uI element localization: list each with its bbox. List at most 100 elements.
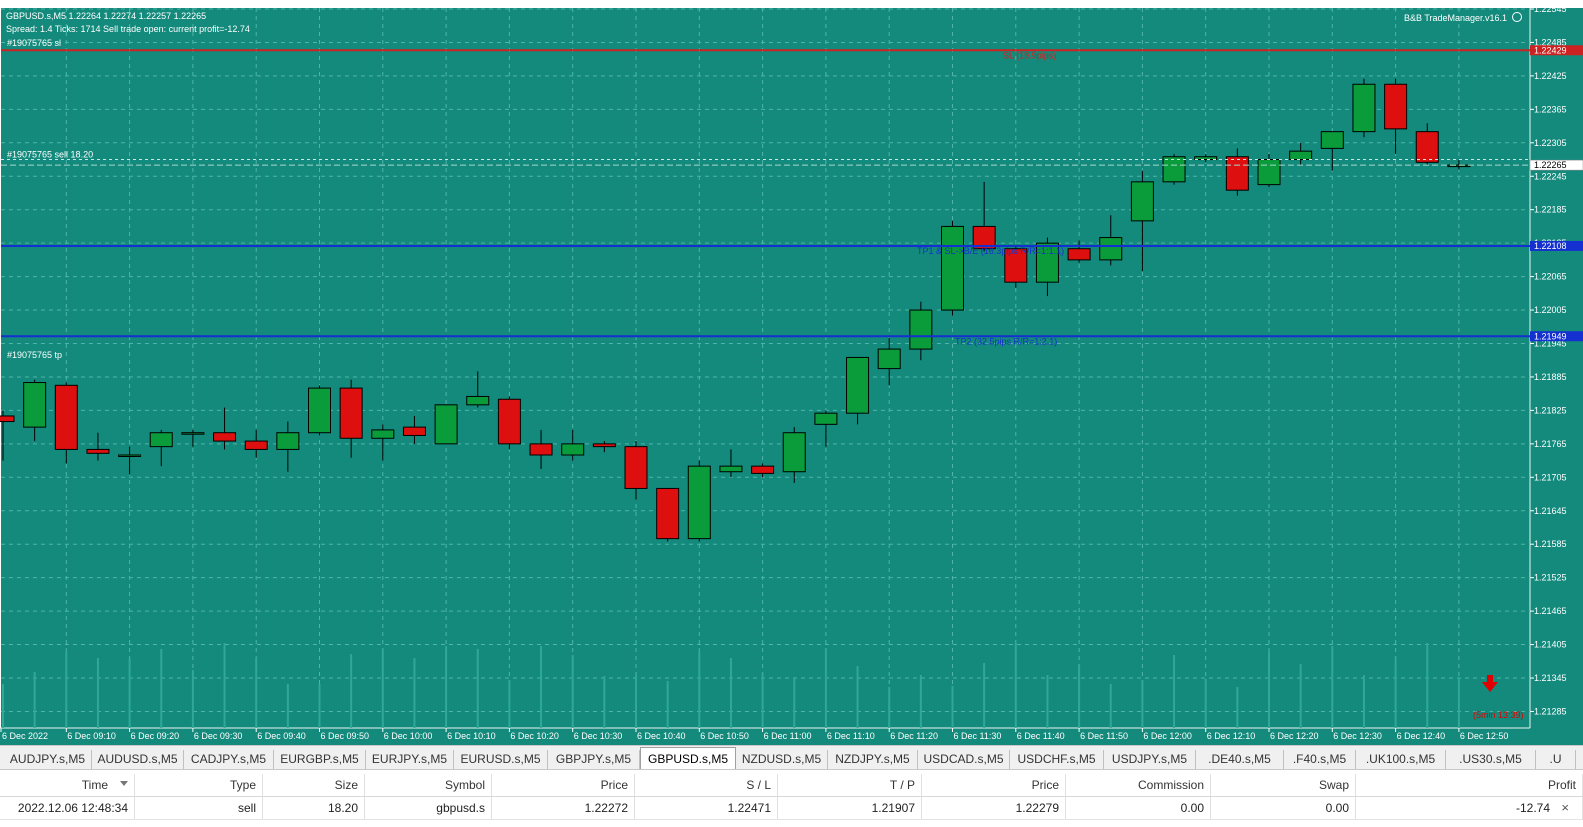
close-position-icon[interactable]: × — [1561, 800, 1569, 816]
price-axis-background — [1530, 8, 1583, 728]
bull-candle[interactable] — [814, 412, 838, 425]
y-tick-label: 1.21705 — [1534, 472, 1567, 482]
bull-candle[interactable] — [719, 465, 743, 473]
y-tick-label: 1.21285 — [1534, 706, 1567, 716]
bull-candle[interactable] — [118, 454, 142, 457]
bear-candle[interactable] — [244, 440, 268, 450]
bull-candle[interactable] — [1289, 150, 1313, 161]
bear-candle[interactable] — [339, 387, 363, 439]
bear-candle[interactable] — [1225, 156, 1249, 191]
bull-candle[interactable] — [23, 382, 47, 428]
y-tick-label: 1.21825 — [1534, 405, 1567, 415]
bear-candle[interactable] — [402, 426, 426, 436]
column-header-label: S / L — [746, 778, 771, 792]
bear-candle[interactable] — [1415, 131, 1439, 163]
column-header-type[interactable]: Type — [135, 774, 263, 796]
column-header-size[interactable]: Size — [263, 774, 365, 796]
bull-candle[interactable] — [877, 348, 901, 370]
sort-arrow-icon[interactable] — [120, 781, 128, 786]
column-header-price[interactable]: Price — [492, 774, 635, 796]
bear-candle[interactable] — [592, 443, 616, 448]
bull-candle[interactable] — [1257, 159, 1281, 186]
price-chart[interactable]: 1.22545 1.22485 1.22425 1.22365 1.22305 1.222… — [0, 0, 1583, 745]
bull-candle[interactable] — [909, 309, 933, 350]
trade-cell-swap: 0.00 — [1211, 797, 1356, 819]
bear-candle[interactable] — [1067, 248, 1091, 261]
table-row[interactable]: 2022.12.06 12:48:34 sell 18.20 gbpusd.s 1.22… — [0, 797, 1583, 820]
y-tick-label: 1.22065 — [1534, 272, 1567, 282]
bear-candle[interactable] — [0, 415, 15, 423]
chart-info-line: Spread: 1.4 Ticks: 1714 Sell trade open:… — [6, 24, 250, 34]
x-tick-label: 6 Dec 10:10 — [447, 731, 496, 741]
column-header-swap[interactable]: Swap — [1211, 774, 1356, 796]
bear-candle[interactable] — [529, 443, 553, 456]
tab-eurjpy-s-m5[interactable]: EURJPY.s,M5 — [366, 750, 454, 769]
bull-candle[interactable] — [276, 432, 300, 450]
bull-candle[interactable] — [941, 225, 964, 311]
chart-background — [1, 8, 1530, 728]
tab-audjpy-s-m5[interactable]: AUDJPY.s,M5 — [4, 750, 92, 769]
tab-nzdjpy-s-m5[interactable]: NZDJPY.s,M5 — [828, 750, 918, 769]
bear-candle[interactable] — [497, 398, 521, 445]
tab-usdcad-s-m5[interactable]: USDCAD.s,M5 — [918, 750, 1010, 769]
trade-cell-size: 18.20 — [263, 797, 365, 819]
column-header-commission[interactable]: Commission — [1066, 774, 1211, 796]
bear-candle[interactable] — [54, 384, 78, 450]
bull-candle[interactable] — [149, 432, 173, 448]
bull-candle[interactable] — [1130, 181, 1154, 222]
bear-candle[interactable] — [656, 487, 680, 540]
tab-eurgbp-s-m5[interactable]: EURGBP.s,M5 — [274, 750, 366, 769]
column-header-label: Type — [229, 778, 256, 792]
trade-level-label: TP1 & SL->B/E (16.3pips R/R=1:1.1) — [917, 246, 1064, 256]
bull-candle[interactable] — [846, 356, 870, 414]
bear-candle[interactable] — [213, 432, 237, 442]
bear-candle[interactable] — [1384, 83, 1408, 130]
chart-canvas[interactable]: 1.225451.224851.224251.223651.223051.222… — [0, 0, 1583, 745]
tab-cadjpy-s-m5[interactable]: CADJPY.s,M5 — [184, 750, 274, 769]
bull-candle[interactable] — [371, 429, 395, 439]
tab-f40-s-m5[interactable]: .F40.s,M5 — [1284, 750, 1356, 769]
x-tick-label: 6 Dec 11:30 — [954, 731, 1002, 741]
trade-table-header: Time Type Size Symbol Price S / L T / P Price Co… — [0, 774, 1583, 797]
column-header-symbol[interactable]: Symbol — [365, 774, 492, 796]
column-header-profit[interactable]: Profit — [1356, 774, 1583, 796]
trade-cell-sl: 1.22471 — [635, 797, 778, 819]
tab-eurusd-s-m5[interactable]: EURUSD.s,M5 — [454, 750, 548, 769]
tab-audusd-s-m5[interactable]: AUDUSD.s,M5 — [92, 750, 184, 769]
tab-usdjpy-s-m5[interactable]: USDJPY.s,M5 — [1104, 750, 1196, 769]
column-header-time[interactable]: Time — [0, 774, 135, 796]
bear-candle[interactable] — [624, 446, 648, 489]
bull-candle[interactable] — [561, 443, 585, 456]
tab-de40-s-m5[interactable]: .DE40.s,M5 — [1196, 750, 1284, 769]
bull-candle[interactable] — [181, 432, 205, 435]
tab-gbpjpy-s-m5[interactable]: GBPJPY.s,M5 — [548, 750, 640, 769]
column-header-label: Symbol — [444, 778, 485, 792]
price-axis-level-value: 1.22429 — [1534, 45, 1567, 55]
tab-gbpusd-s-m5[interactable]: GBPUSD.s,M5 — [640, 747, 736, 769]
bear-candle[interactable] — [751, 465, 775, 474]
trade-cell-commission: 0.00 — [1066, 797, 1211, 819]
bull-candle[interactable] — [687, 465, 711, 540]
bull-candle[interactable] — [1162, 156, 1186, 183]
column-header-current-price[interactable]: Price — [922, 774, 1066, 796]
tab-us30-s-m5[interactable]: .US30.s,M5 — [1446, 750, 1536, 769]
tab-u[interactable]: .U — [1536, 750, 1576, 769]
bull-candle[interactable] — [434, 404, 458, 445]
x-tick-label: 6 Dec 12:30 — [1333, 731, 1382, 741]
tab-uk100-s-m5[interactable]: .UK100.s,M5 — [1356, 750, 1446, 769]
trade-position-label: #19075765 sell 18.20 — [7, 150, 93, 160]
column-header-label: Time — [81, 778, 108, 792]
bull-candle[interactable] — [466, 395, 490, 406]
bull-candle[interactable] — [1099, 237, 1123, 261]
bull-candle[interactable] — [308, 387, 331, 434]
column-header-tp[interactable]: T / P — [778, 774, 922, 796]
y-tick-label: 1.21525 — [1534, 573, 1567, 583]
bull-candle[interactable] — [1352, 83, 1376, 133]
bear-candle[interactable] — [86, 448, 110, 454]
bull-candle[interactable] — [1320, 131, 1344, 149]
tab-nzdusd-s-m5[interactable]: NZDUSD.s,M5 — [736, 750, 828, 769]
bull-candle[interactable] — [782, 432, 806, 473]
tab-usdchf-s-m5[interactable]: USDCHF.s,M5 — [1010, 750, 1104, 769]
column-header-sl[interactable]: S / L — [635, 774, 778, 796]
y-tick-label: 1.22185 — [1534, 205, 1567, 215]
